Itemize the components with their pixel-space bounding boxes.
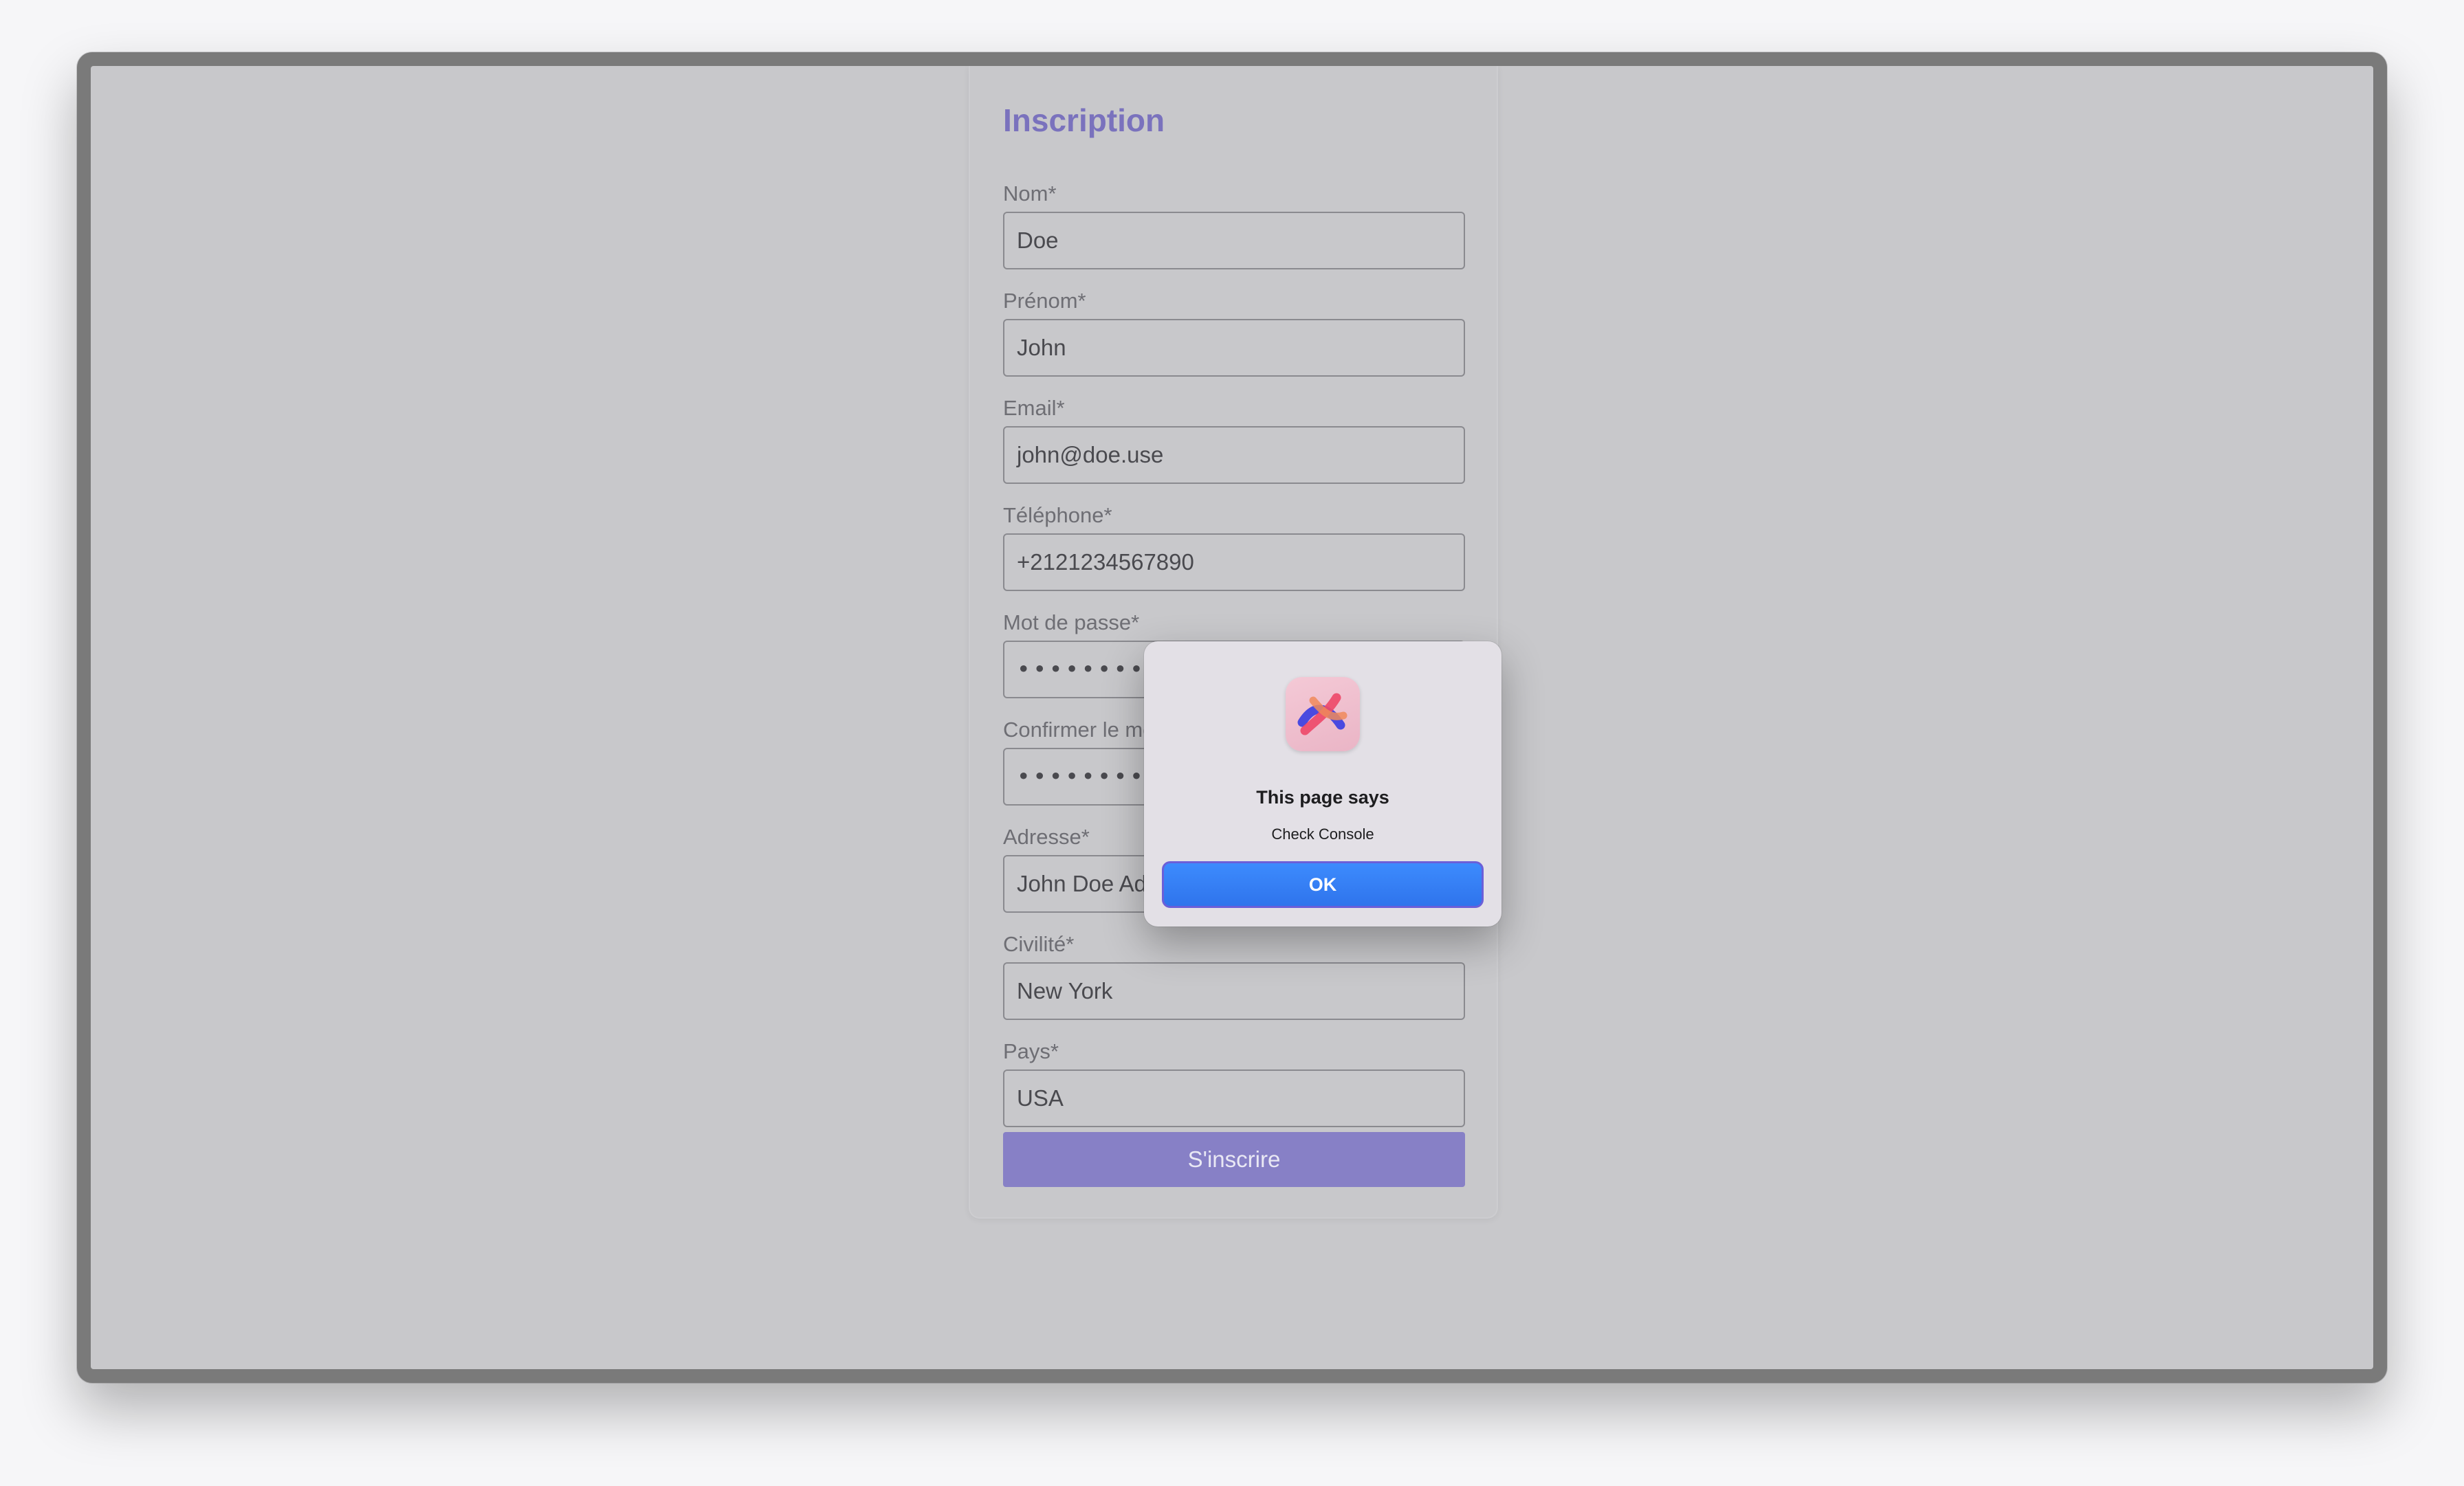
field-label: Civilité* [1003,932,1075,956]
field-label: Nom* [1003,181,1057,206]
dialog-title: This page says [1256,787,1389,808]
browser-window: Inscription Nom* Doe Prénom* John Email*… [77,52,2387,1383]
email-input[interactable]: john@doe.use [1003,426,1465,484]
field-label: Prénom* [1003,289,1086,313]
form-title: Inscription [1003,102,1165,138]
field-prenom: Prénom* John [1003,287,1465,377]
field-telephone: Téléphone* +2121234567890 [1003,502,1465,591]
field-nom: Nom* Doe [1003,180,1465,269]
field-label: Téléphone* [1003,503,1112,527]
browser-app-icon [1286,677,1360,751]
field-label: Pays* [1003,1039,1059,1063]
telephone-input[interactable]: +2121234567890 [1003,533,1465,591]
field-pays: Pays* USA [1003,1038,1465,1127]
pays-input[interactable]: USA [1003,1069,1465,1127]
ok-button[interactable]: OK [1162,861,1484,908]
civilite-input[interactable]: New York [1003,962,1465,1020]
submit-button[interactable]: S'inscrire [1003,1132,1465,1187]
alert-dialog: This page says Check Console OK [1144,641,1502,927]
field-label: Mot de passe* [1003,610,1140,634]
field-label: Email* [1003,396,1065,420]
page-viewport: Inscription Nom* Doe Prénom* John Email*… [91,66,2373,1369]
field-email: Email* john@doe.use [1003,395,1465,484]
field-civilite: Civilité* New York [1003,931,1465,1020]
prenom-input[interactable]: John [1003,319,1465,377]
dialog-message: Check Console [1271,825,1374,843]
nom-input[interactable]: Doe [1003,212,1465,269]
